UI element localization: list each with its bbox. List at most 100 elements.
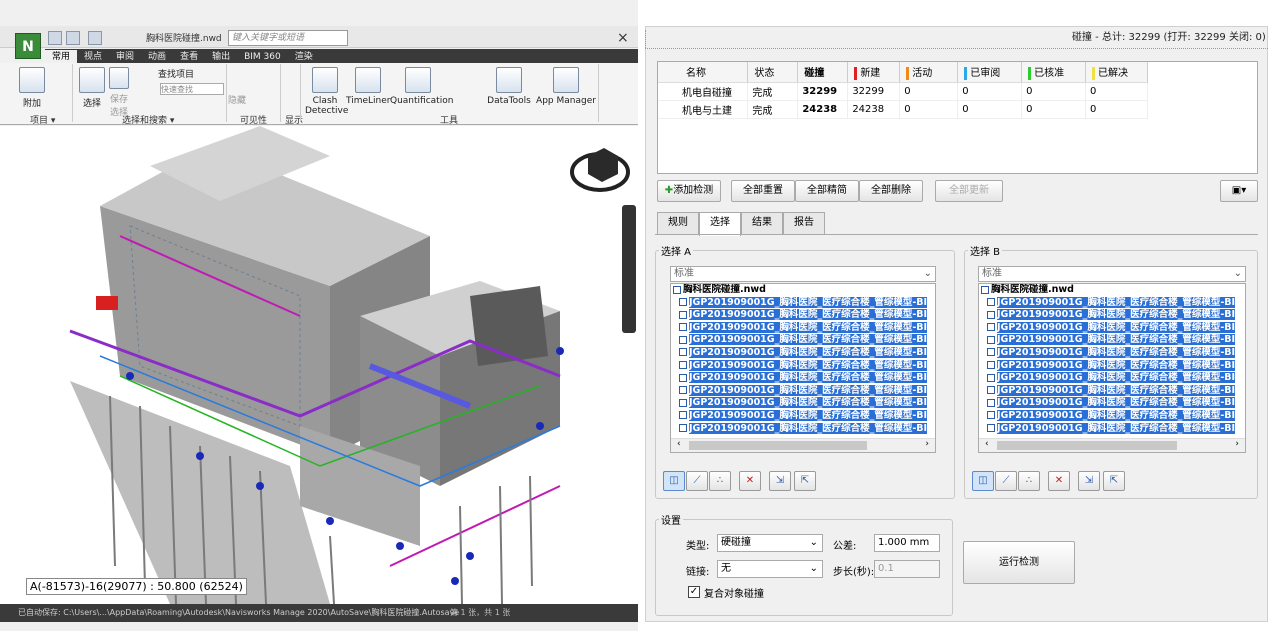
tree-root[interactable]: 胸科医院碰撞.nwd	[671, 284, 935, 297]
close-icon[interactable]: ×	[617, 30, 629, 46]
tab-animation[interactable]: 动画	[141, 50, 173, 64]
tree-item[interactable]: JGP201909001G_胸科医院_医疗综合楼_管综模型-BI	[671, 384, 935, 398]
col-name[interactable]: 名称	[658, 62, 749, 83]
selection-b-scrollbar[interactable]: ‹ ›	[979, 438, 1245, 452]
tree-item[interactable]: JGP201909001G_胸科医院_医疗综合楼_管综模型-BI	[671, 359, 935, 373]
col-reviewed[interactable]: 已审阅	[957, 62, 1023, 83]
tree-item[interactable]: JGP201909001G_胸科医院_医疗综合楼_管综模型-BI	[671, 422, 935, 436]
tab-report[interactable]: 报告	[783, 212, 825, 234]
points-toggle-icon[interactable]: ∴	[709, 471, 731, 491]
points-toggle-icon[interactable]: ∴	[1018, 471, 1040, 491]
tab-viewpoint[interactable]: 视点	[77, 50, 109, 64]
selection-b-tree[interactable]: 胸科医院碰撞.nwd JGP201909001G_胸科医院_医疗综合楼_管综模型-…	[978, 283, 1246, 453]
tree-item[interactable]: JGP201909001G_胸科医院_医疗综合楼_管综模型-BI	[979, 372, 1245, 385]
group-project[interactable]: 项目 ▾	[30, 113, 55, 126]
import-export-icon[interactable]: ▣▾	[1220, 180, 1258, 202]
group-select-search[interactable]: 选择和搜索 ▾	[122, 113, 174, 126]
tree-item[interactable]: JGP201909001G_胸科医院_医疗综合楼_管综模型-BI	[979, 397, 1245, 410]
tree-item[interactable]: JGP201909001G_胸科医院_医疗综合楼_管综模型-BI	[671, 334, 935, 347]
new-icon[interactable]	[48, 31, 62, 45]
col-resolved[interactable]: 已解决	[1085, 62, 1148, 83]
col-active[interactable]: 活动	[899, 62, 959, 83]
tab-select[interactable]: 选择	[699, 212, 741, 236]
surfaces-toggle-icon[interactable]: ◫	[663, 471, 685, 491]
selection-b-mode[interactable]: 标准 ⌄	[978, 266, 1246, 282]
tree-item[interactable]: JGP201909001G_胸科医院_医疗综合楼_管综模型-BI	[671, 321, 935, 335]
open-icon[interactable]	[66, 31, 80, 45]
selection-a-scrollbar[interactable]: ‹ ›	[671, 438, 935, 452]
tab-view[interactable]: 查看	[173, 50, 205, 64]
select-in-scene-icon[interactable]: ⇱	[794, 471, 816, 491]
selection-a-tree[interactable]: 胸科医院碰撞.nwd JGP201909001G_胸科医院_医疗综合楼_管综模型-…	[670, 283, 936, 453]
lines-toggle-icon[interactable]: ⟋	[686, 471, 708, 491]
use-current-selection-icon[interactable]: ⇲	[769, 471, 791, 491]
app-logo[interactable]: N	[15, 33, 41, 59]
update-all-button[interactable]: 全部更新	[935, 180, 1003, 202]
col-new[interactable]: 新建	[847, 62, 901, 83]
composite-checkbox[interactable]: ✓	[688, 586, 700, 598]
reset-all-button[interactable]: 全部重置	[731, 180, 795, 202]
tree-item[interactable]: JGP201909001G_胸科医院_医疗综合楼_管综模型-BI	[979, 346, 1245, 360]
tab-home[interactable]: 常用	[45, 50, 78, 64]
tolerance-input[interactable]: 1.000 mm	[874, 534, 940, 552]
test-row[interactable]: 机电与土建 完成 24238 24238 0 0 0 0	[658, 100, 1148, 119]
group-tools[interactable]: 工具	[440, 113, 458, 126]
self-intersect-icon[interactable]: ✕	[1048, 471, 1070, 491]
tree-item[interactable]: JGP201909001G_胸科医院_医疗综合楼_管综模型-BI	[671, 409, 935, 423]
hide-button[interactable]: 隐藏	[228, 93, 246, 106]
tree-item[interactable]: JGP201909001G_胸科医院_医疗综合楼_管综模型-BI	[979, 296, 1245, 310]
run-test-button[interactable]: 运行检测	[963, 541, 1075, 584]
tree-item[interactable]: JGP201909001G_胸科医院_医疗综合楼_管综模型-BI	[979, 334, 1245, 347]
tree-item[interactable]: JGP201909001G_胸科医院_医疗综合楼_管综模型-BI	[979, 409, 1245, 423]
type-select[interactable]: 硬碰撞 ⌄	[717, 534, 823, 552]
search-input[interactable]: 键入关键字或短语	[228, 30, 348, 46]
append-button[interactable]: 附加	[18, 67, 46, 109]
col-status[interactable]: 状态	[747, 62, 799, 83]
lines-toggle-icon[interactable]: ⟋	[995, 471, 1017, 491]
step-input[interactable]: 0.1	[874, 560, 940, 578]
test-row[interactable]: 机电自碰撞 完成 32299 32299 0 0 0 0	[658, 82, 1148, 101]
tab-rules[interactable]: 规则	[657, 212, 699, 234]
find-items-button[interactable]: 查找项目	[158, 67, 194, 80]
tests-list[interactable]: 名称 状态 碰撞 新建 活动 已审阅 已核准 已解决 机电自碰撞 完成 32299 3…	[657, 61, 1258, 174]
app-manager-button[interactable]: App Manager	[536, 67, 596, 106]
use-current-selection-icon[interactable]: ⇲	[1078, 471, 1100, 491]
tree-item[interactable]: JGP201909001G_胸科医院_医疗综合楼_管综模型-BI	[979, 321, 1245, 335]
timeliner-button[interactable]: TimeLiner	[346, 67, 390, 106]
tab-output[interactable]: 输出	[205, 50, 237, 64]
clash-detective-button[interactable]: Clash Detective	[305, 67, 348, 116]
quantification-button[interactable]: Quantification	[390, 67, 453, 106]
tree-item[interactable]: JGP201909001G_胸科医院_医疗综合楼_管综模型-BI	[979, 422, 1245, 436]
tree-root[interactable]: 胸科医院碰撞.nwd	[979, 284, 1245, 297]
datatools-button[interactable]: DataTools	[486, 67, 532, 106]
tab-review[interactable]: 审阅	[109, 50, 141, 64]
tree-item[interactable]: JGP201909001G_胸科医院_医疗综合楼_管综模型-BI	[671, 309, 935, 322]
tree-item[interactable]: JGP201909001G_胸科医院_医疗综合楼_管综模型-BI	[979, 309, 1245, 322]
tree-item[interactable]: JGP201909001G_胸科医院_医疗综合楼_管综模型-BI	[671, 296, 935, 310]
3d-viewport[interactable]	[0, 126, 638, 604]
tree-item[interactable]: JGP201909001G_胸科医院_医疗综合楼_管综模型-BI	[671, 346, 935, 360]
tab-results[interactable]: 结果	[741, 212, 783, 234]
add-test-button[interactable]: ✚添加检测	[657, 180, 721, 202]
select-button[interactable]: 选择	[78, 67, 106, 109]
tab-bim360[interactable]: BIM 360	[237, 50, 288, 64]
surfaces-toggle-icon[interactable]: ◫	[972, 471, 994, 491]
save-icon[interactable]	[88, 31, 102, 45]
select-in-scene-icon[interactable]: ⇱	[1103, 471, 1125, 491]
tree-item[interactable]: JGP201909001G_胸科医院_医疗综合楼_管综模型-BI	[671, 372, 935, 385]
tree-item[interactable]: JGP201909001G_胸科医院_医疗综合楼_管综模型-BI	[979, 359, 1245, 373]
col-approved[interactable]: 已核准	[1021, 62, 1087, 83]
link-select[interactable]: 无 ⌄	[717, 560, 823, 578]
group-visibility[interactable]: 可见性	[240, 113, 267, 126]
navigation-bar[interactable]	[622, 205, 636, 333]
col-clashes[interactable]: 碰撞	[797, 62, 849, 83]
sheet-indicator[interactable]: 第 1 张，共 1 张	[450, 604, 510, 622]
compact-all-button[interactable]: 全部精简	[795, 180, 859, 202]
save-selection-button[interactable]: 保存 选择	[106, 67, 132, 118]
tree-item[interactable]: JGP201909001G_胸科医院_医疗综合楼_管综模型-BI	[671, 397, 935, 410]
selection-a-mode[interactable]: 标准 ⌄	[670, 266, 936, 282]
tree-item[interactable]: JGP201909001G_胸科医院_医疗综合楼_管综模型-BI	[979, 384, 1245, 398]
tab-render[interactable]: 渲染	[288, 50, 320, 64]
self-intersect-icon[interactable]: ✕	[739, 471, 761, 491]
quick-find-input[interactable]: 快速查找	[160, 83, 224, 95]
